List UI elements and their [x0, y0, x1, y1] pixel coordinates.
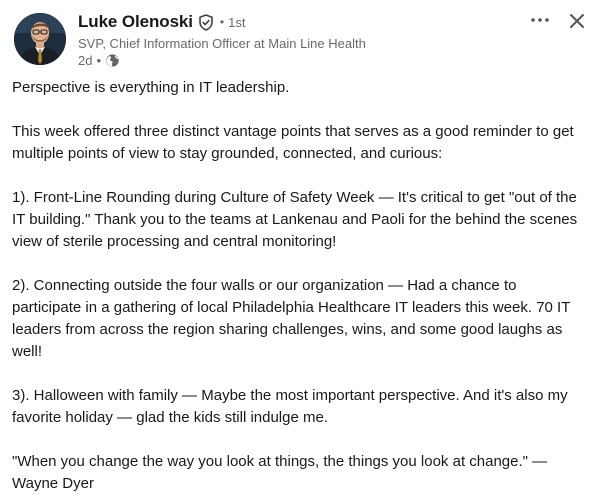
post-meta: 2d •: [78, 52, 366, 69]
post-paragraph: 3). Halloween with family — Maybe the mo…: [12, 387, 568, 426]
post-text: Perspective is everything in IT leadersh…: [12, 77, 588, 495]
post-header: Luke Olenoski • 1st SVP, Chief Informati…: [0, 0, 595, 74]
author-name[interactable]: Luke Olenoski: [78, 12, 193, 32]
close-icon: [570, 14, 584, 28]
separator-dot: •: [96, 53, 102, 68]
author-headline: SVP, Chief Information Officer at Main L…: [78, 36, 366, 51]
more-options-button[interactable]: [526, 8, 554, 32]
avatar-portrait-icon: [14, 13, 66, 65]
separator-dot: •: [219, 15, 225, 29]
post-paragraph: "When you change the way you look at thi…: [12, 453, 548, 492]
post-time: 2d: [78, 53, 93, 68]
author-info: Luke Olenoski • 1st SVP, Chief Informati…: [78, 11, 366, 69]
post-paragraph: Perspective is everything in IT leadersh…: [12, 79, 290, 96]
post-paragraph: 2). Connecting outside the four walls or…: [12, 277, 571, 360]
post-paragraph: This week offered three distinct vantage…: [12, 123, 574, 162]
verified-badge-icon: [199, 13, 213, 31]
globe-icon: [106, 54, 119, 67]
author-avatar[interactable]: [14, 13, 66, 65]
post-paragraph: 1). Front-Line Rounding during Culture o…: [12, 189, 578, 250]
author-name-row: Luke Olenoski • 1st: [78, 11, 366, 33]
more-horizontal-icon: [531, 18, 549, 22]
close-button[interactable]: [564, 8, 590, 34]
connection-degree: 1st: [228, 14, 246, 30]
